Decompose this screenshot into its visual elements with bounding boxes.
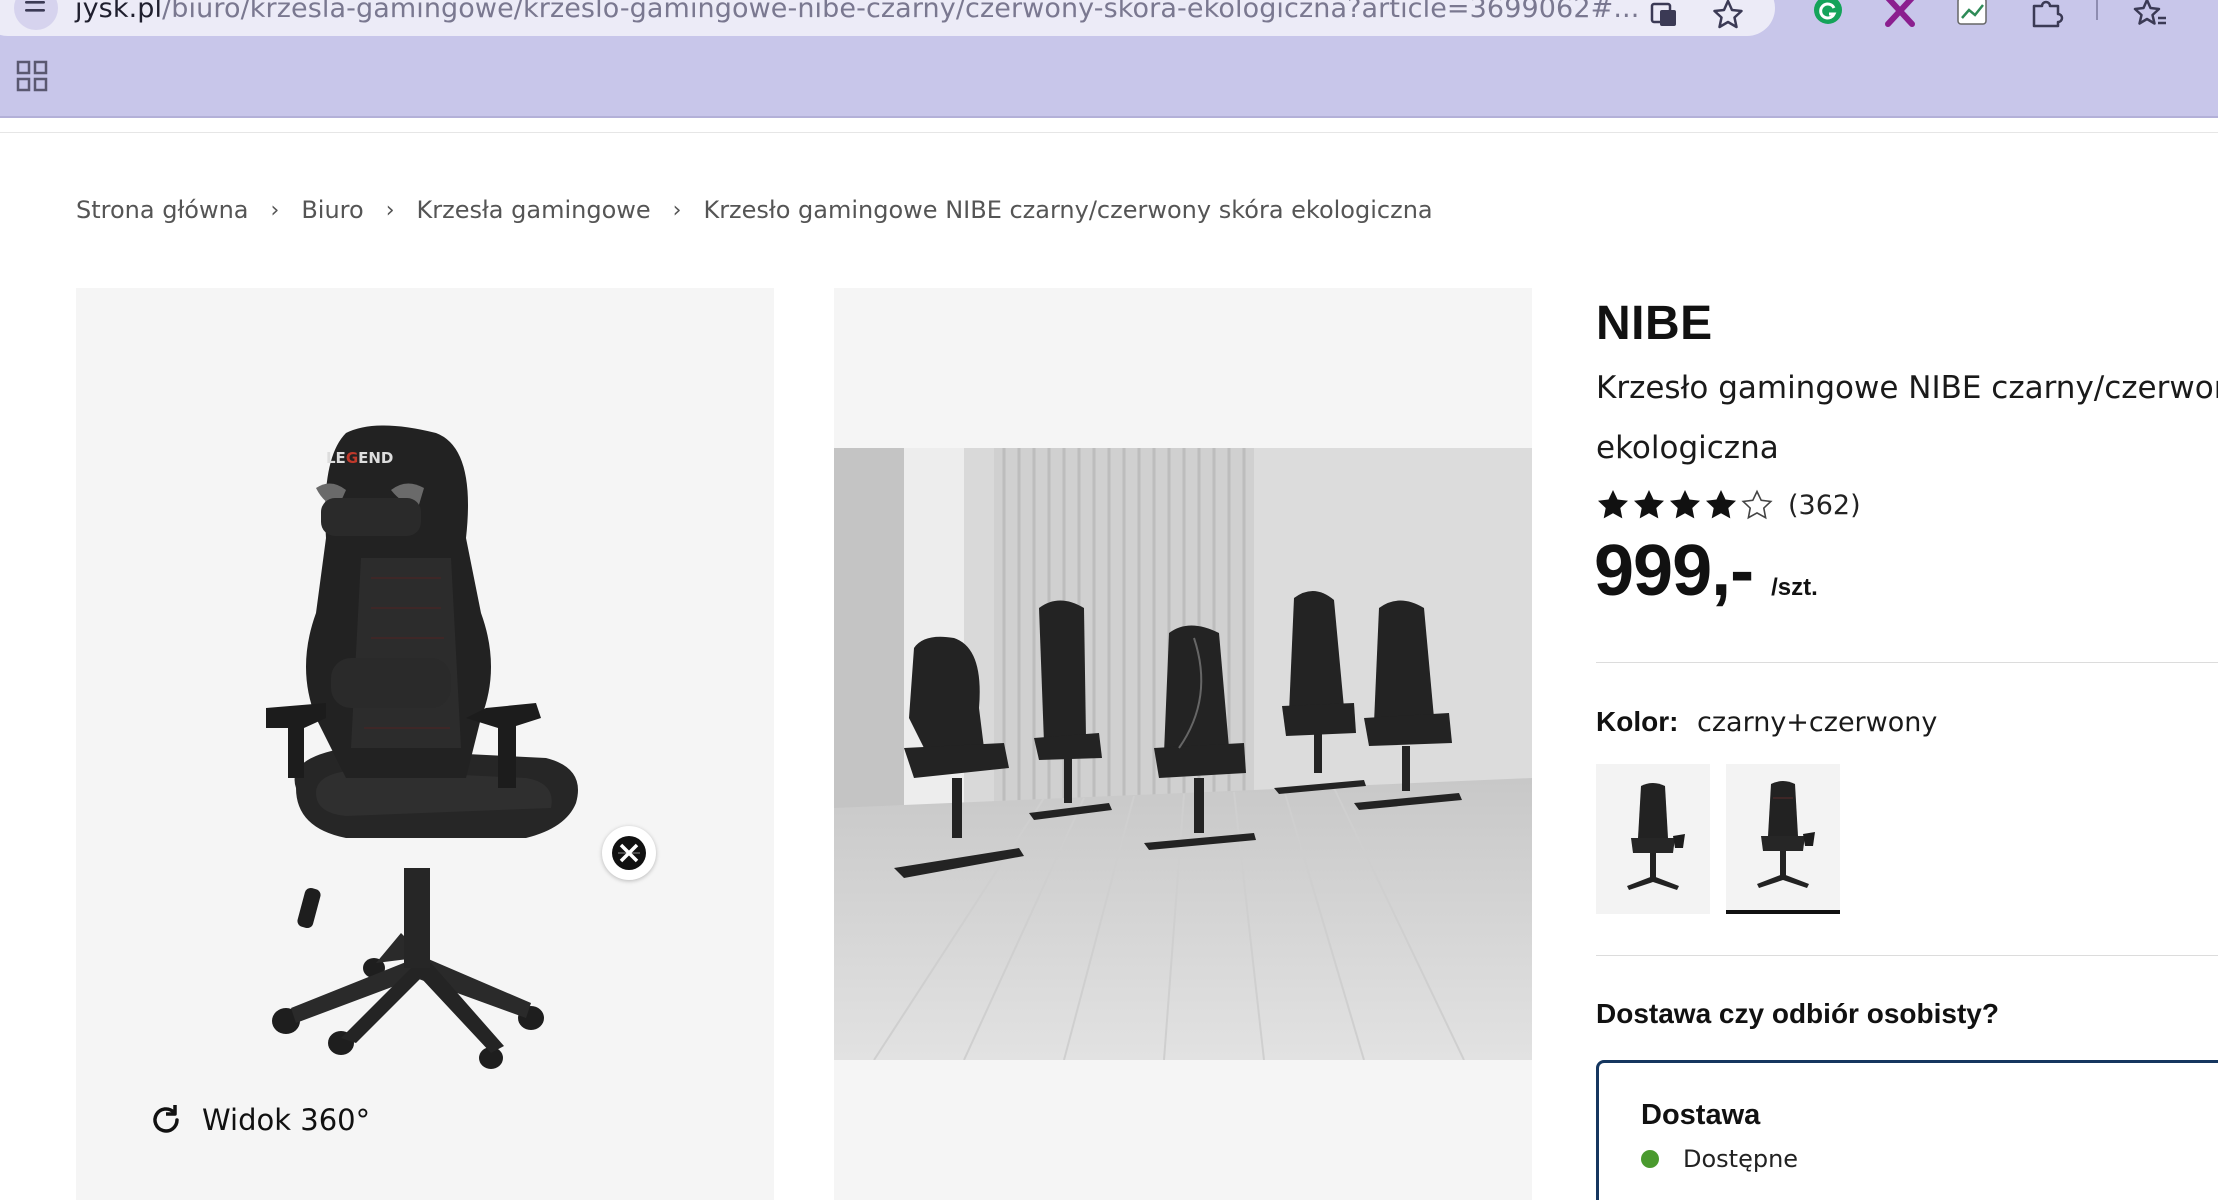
chairs-room-image bbox=[834, 448, 1532, 1060]
availability-dot-icon bbox=[1641, 1150, 1659, 1168]
breadcrumb-home[interactable]: Strona główna bbox=[76, 196, 249, 224]
svg-text:LEGEND: LEGEND bbox=[326, 449, 393, 467]
product-price: 999,- /szt. bbox=[1594, 530, 1818, 612]
product-rating[interactable]: (362) bbox=[1596, 488, 1861, 522]
star-filled-icon bbox=[1706, 490, 1736, 519]
price-unit: /szt. bbox=[1771, 574, 1818, 601]
toolbar-divider bbox=[2096, 0, 2098, 20]
divider bbox=[1596, 662, 2218, 663]
close-circle-icon bbox=[612, 836, 646, 870]
x-extension-icon[interactable] bbox=[1882, 0, 1918, 32]
breadcrumb-current: Krzesło gamingowe NIBE czarny/czerwony s… bbox=[703, 196, 1433, 224]
product-subtitle-line1: Krzesło gamingowe NIBE czarny/czerwony bbox=[1596, 370, 2218, 406]
delivery-status-text: Dostępne bbox=[1683, 1145, 1799, 1173]
chevron-right-icon: › bbox=[385, 197, 395, 223]
bookmark-star-icon[interactable] bbox=[1710, 0, 1746, 32]
color-swatch-2-selected[interactable] bbox=[1726, 764, 1840, 914]
view-360-label: Widok 360° bbox=[202, 1103, 371, 1137]
remove-badge[interactable] bbox=[602, 826, 656, 880]
color-value: czarny+czerwony bbox=[1697, 707, 1938, 738]
star-filled-icon bbox=[1670, 490, 1700, 519]
browser-toolbar: jysk.pl/biuro/krzesla-gamingowe/krzeslo-… bbox=[0, 0, 2218, 40]
chair-thumbnail-image bbox=[1627, 783, 1685, 890]
color-swatch-1[interactable] bbox=[1596, 764, 1710, 914]
product-brand: NIBE bbox=[1596, 297, 1713, 350]
header-divider bbox=[0, 132, 2218, 133]
star-filled-icon bbox=[1634, 490, 1664, 519]
url-text[interactable]: jysk.pl/biuro/krzesla-gamingowe/krzeslo-… bbox=[75, 0, 1639, 24]
divider bbox=[1596, 955, 2218, 956]
grammarly-icon[interactable] bbox=[1810, 0, 1846, 32]
product-image-main[interactable]: LEGEND Widok 360° bbox=[76, 288, 774, 1200]
color-selector-label: Kolor: czarny+czerwony bbox=[1596, 706, 1937, 738]
chair-product-image: LEGEND bbox=[266, 425, 578, 1069]
price-amount: 999,- bbox=[1594, 531, 1754, 611]
chevron-right-icon: › bbox=[672, 197, 682, 223]
delivery-status: Dostępne bbox=[1641, 1145, 1798, 1173]
breadcrumb-office[interactable]: Biuro bbox=[301, 196, 363, 224]
star-filled-icon bbox=[1598, 490, 1628, 519]
apps-grid-icon[interactable] bbox=[16, 60, 48, 92]
breadcrumb: Strona główna › Biuro › Krzesła gamingow… bbox=[76, 196, 1433, 224]
breadcrumb-gaming-chairs[interactable]: Krzesła gamingowe bbox=[417, 196, 651, 224]
chair-thumbnail-image bbox=[1757, 781, 1815, 888]
delivery-title: Dostawa bbox=[1641, 1099, 1761, 1131]
extensions-puzzle-icon[interactable] bbox=[2028, 0, 2064, 32]
delivery-question: Dostawa czy odbiór osobisty? bbox=[1596, 998, 1999, 1029]
reading-list-icon[interactable] bbox=[2132, 0, 2168, 32]
rotate-icon bbox=[153, 1105, 179, 1133]
chart-extension-icon[interactable] bbox=[1954, 0, 1990, 32]
rating-count[interactable]: (362) bbox=[1788, 490, 1861, 521]
translate-icon[interactable] bbox=[1646, 0, 1682, 32]
product-subtitle-line2: ekologiczna bbox=[1596, 430, 1779, 466]
star-empty-icon bbox=[1741, 489, 1773, 520]
color-label: Kolor: bbox=[1596, 706, 1679, 737]
delivery-option-card[interactable]: Dostawa Dostępne bbox=[1596, 1060, 2218, 1200]
product-subtitle: Krzesło gamingowe NIBE czarny/czerwony e… bbox=[1596, 358, 2218, 478]
product-image-lifestyle[interactable] bbox=[834, 288, 1532, 1200]
chevron-right-icon: › bbox=[270, 197, 280, 223]
bookmarks-bar bbox=[0, 40, 2218, 118]
view-360-button[interactable]: Widok 360° bbox=[148, 1102, 370, 1138]
